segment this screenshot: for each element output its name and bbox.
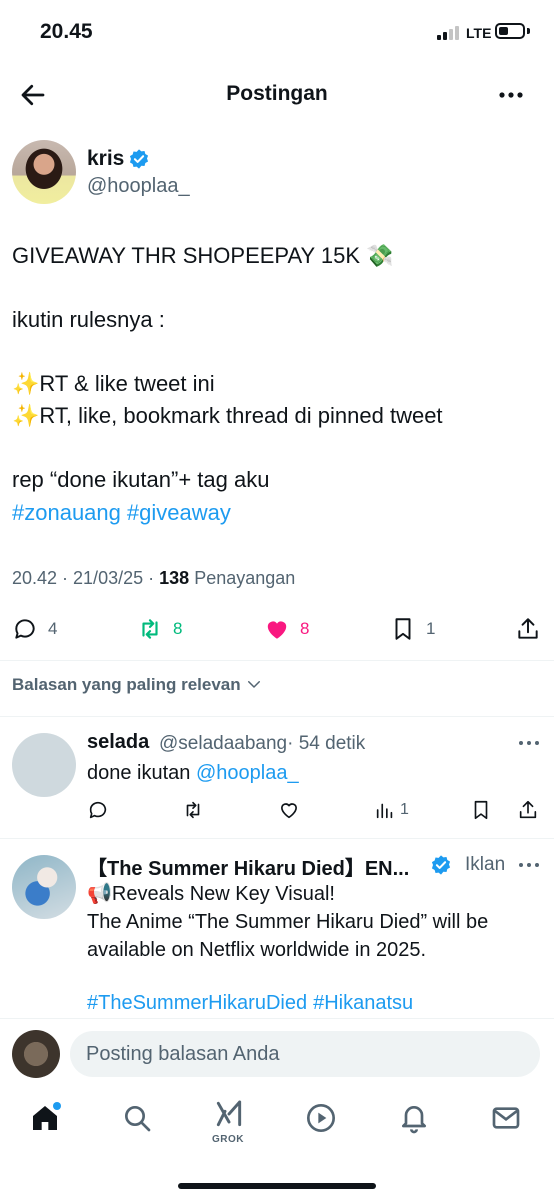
tweet-timestamp: 20.42 · 21/03/25 · bbox=[12, 568, 155, 588]
grok-label: GROK bbox=[212, 1134, 244, 1145]
sort-label: Balasan yang paling relevan bbox=[12, 675, 241, 694]
search-icon bbox=[125, 1106, 151, 1132]
chevron-down-icon bbox=[248, 681, 261, 688]
reply-author-name[interactable]: selada bbox=[87, 731, 149, 754]
tweet-meta: 20.42 · 21/03/25 · 138 Penayangan bbox=[12, 568, 295, 589]
ad-hashtags: #TheSummerHikaruDied #Hikanatsu bbox=[87, 992, 419, 1015]
bookmark-icon bbox=[474, 800, 488, 820]
divider bbox=[0, 660, 554, 661]
share-icon bbox=[519, 800, 537, 819]
reply-more-button[interactable] bbox=[516, 733, 542, 753]
retweet-icon bbox=[142, 619, 158, 639]
ad-label: Iklan bbox=[465, 854, 506, 875]
retweet-count: 8 bbox=[173, 619, 183, 638]
tab-search[interactable] bbox=[121, 1102, 157, 1138]
analytics-icon bbox=[376, 803, 393, 819]
compose-avatar[interactable] bbox=[12, 1030, 60, 1078]
network-label: LTE bbox=[466, 25, 492, 41]
heart-filled-icon bbox=[267, 621, 287, 639]
divider bbox=[0, 838, 554, 839]
reply-share-action[interactable] bbox=[517, 797, 539, 823]
reply-icon bbox=[15, 619, 35, 639]
reply-handle-time: @seladaabang· 54 detik bbox=[159, 733, 365, 755]
bookmark-action[interactable]: 1 bbox=[390, 614, 435, 644]
author-name[interactable]: kris bbox=[87, 147, 124, 171]
tab-messages[interactable] bbox=[490, 1102, 526, 1138]
more-horizontal-icon bbox=[519, 863, 539, 867]
video-icon bbox=[307, 1104, 335, 1132]
more-horizontal-icon bbox=[499, 92, 523, 98]
reply-like-action[interactable] bbox=[278, 797, 300, 823]
reply-avatar[interactable] bbox=[12, 733, 76, 797]
reply-compose-input[interactable] bbox=[70, 1031, 540, 1077]
retweet-icon bbox=[186, 801, 200, 819]
reply-body: done ikutan bbox=[87, 762, 196, 784]
notifications-icon bbox=[402, 1106, 426, 1134]
like-action[interactable]: 8 bbox=[264, 614, 309, 644]
messages-icon bbox=[492, 1107, 520, 1129]
more-horizontal-icon bbox=[519, 741, 539, 745]
ad-text: 📢Reveals New Key Visual! The Anime “The … bbox=[87, 883, 489, 961]
reply-reply-action[interactable] bbox=[87, 797, 109, 823]
verified-badge-icon bbox=[128, 148, 150, 170]
hashtag-link[interactable]: #giveaway bbox=[127, 500, 231, 525]
reply-time: · 54 detik bbox=[287, 733, 366, 754]
ad-more-button[interactable] bbox=[516, 855, 542, 875]
bookmark-icon bbox=[395, 618, 411, 640]
more-button[interactable] bbox=[496, 80, 526, 110]
divider bbox=[0, 716, 554, 717]
reply-views-action[interactable]: 1 bbox=[374, 797, 409, 823]
reply-icon bbox=[89, 801, 107, 819]
page-title: Postingan bbox=[226, 82, 328, 105]
ad-avatar[interactable] bbox=[12, 855, 76, 919]
tab-notifications[interactable] bbox=[398, 1102, 434, 1138]
reply-action[interactable]: 4 bbox=[12, 614, 57, 644]
home-indicator bbox=[178, 1183, 376, 1189]
grok-icon bbox=[216, 1100, 242, 1127]
reply-views-count: 1 bbox=[400, 801, 409, 818]
views-count: 138 bbox=[159, 568, 190, 588]
reply-bookmark-action[interactable] bbox=[470, 797, 492, 823]
bookmark-count: 1 bbox=[426, 619, 436, 638]
share-action[interactable] bbox=[515, 614, 541, 644]
tweet-hashtags: #zonauang #giveaway bbox=[12, 500, 237, 526]
notification-dot bbox=[53, 1102, 61, 1110]
battery-tip bbox=[527, 28, 530, 34]
views-label: Penayangan bbox=[194, 568, 296, 588]
tweet-text: GIVEAWAY THR SHOPEEPAY 15K 💸 ikutin rule… bbox=[12, 243, 443, 492]
heart-icon bbox=[281, 803, 297, 819]
tab-grok[interactable] bbox=[213, 1098, 249, 1134]
signal-icon bbox=[437, 26, 459, 40]
verified-badge-icon bbox=[430, 854, 452, 876]
hashtag-link[interactable]: #TheSummerHikaruDied bbox=[87, 992, 307, 1014]
reply-retweet-action[interactable] bbox=[182, 797, 204, 823]
divider bbox=[0, 1018, 554, 1019]
reply-count: 4 bbox=[48, 619, 58, 638]
tab-video[interactable] bbox=[305, 1102, 341, 1138]
sort-replies-button[interactable]: Balasan yang paling relevan bbox=[12, 675, 263, 695]
battery-icon bbox=[495, 23, 525, 39]
hashtag-link[interactable]: #Hikanatsu bbox=[313, 992, 413, 1014]
share-icon bbox=[518, 618, 538, 639]
reply-text: done ikutan @hooplaa_ bbox=[87, 762, 299, 785]
author-handle[interactable]: @hooplaa_ bbox=[87, 175, 190, 198]
hashtag-link[interactable]: #zonauang bbox=[12, 500, 121, 525]
reply-handle[interactable]: @seladaabang bbox=[159, 733, 287, 754]
ad-account-name[interactable]: 【The Summer Hikaru Died】EN... bbox=[87, 852, 427, 881]
status-time: 20.45 bbox=[40, 20, 93, 43]
reply-mention[interactable]: @hooplaa_ bbox=[196, 762, 299, 784]
retweet-action[interactable]: 8 bbox=[137, 614, 182, 644]
author-avatar[interactable] bbox=[12, 140, 76, 204]
like-count: 8 bbox=[300, 619, 310, 638]
